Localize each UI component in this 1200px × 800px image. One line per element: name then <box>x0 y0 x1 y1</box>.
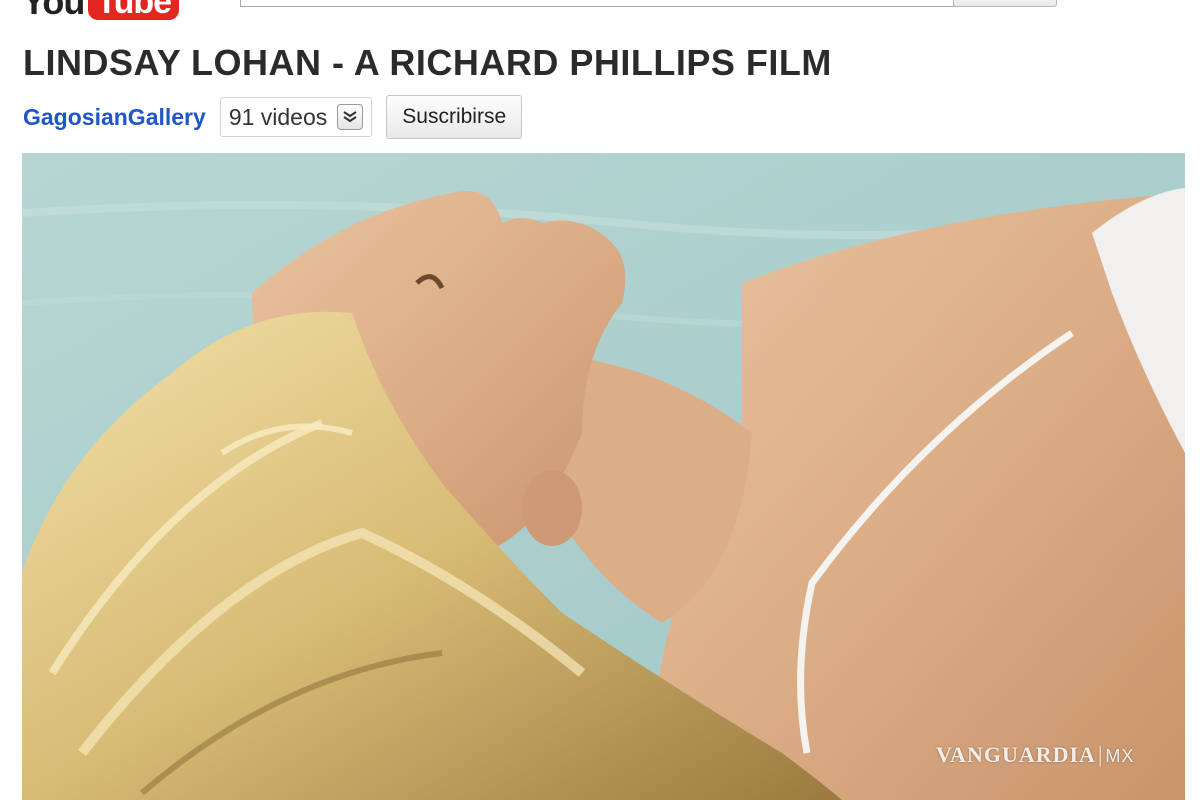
chevron-down-icon[interactable] <box>337 104 364 130</box>
search-input[interactable] <box>240 0 954 7</box>
search-button[interactable] <box>953 0 1057 7</box>
masthead: You Tube <box>0 0 1200 30</box>
vanguardia-watermark: VANGUARDIA| MX <box>936 742 1134 768</box>
logo-you-text: You <box>22 0 85 22</box>
channel-row: GagosianGallery 91 videos Suscribirse <box>23 95 523 139</box>
channel-videos-dropdown[interactable]: 91 videos <box>219 97 373 137</box>
youtube-logo[interactable]: You Tube <box>22 0 180 22</box>
watermark-tld: MX <box>1105 746 1135 766</box>
channel-link[interactable]: GagosianGallery <box>23 104 206 131</box>
watermark-brand: VANGUARDIA <box>936 742 1096 767</box>
watermark-separator: | <box>1097 742 1104 767</box>
video-player[interactable] <box>22 153 1185 800</box>
header-link[interactable] <box>1083 0 1113 3</box>
video-still-image <box>22 153 1185 800</box>
video-title: LINDSAY LOHAN - A RICHARD PHILLIPS FILM <box>23 42 832 83</box>
video-count-label: 91 videos <box>228 103 328 130</box>
subscribe-button[interactable]: Suscribirse <box>386 95 523 139</box>
logo-tube-badge: Tube <box>88 0 180 20</box>
